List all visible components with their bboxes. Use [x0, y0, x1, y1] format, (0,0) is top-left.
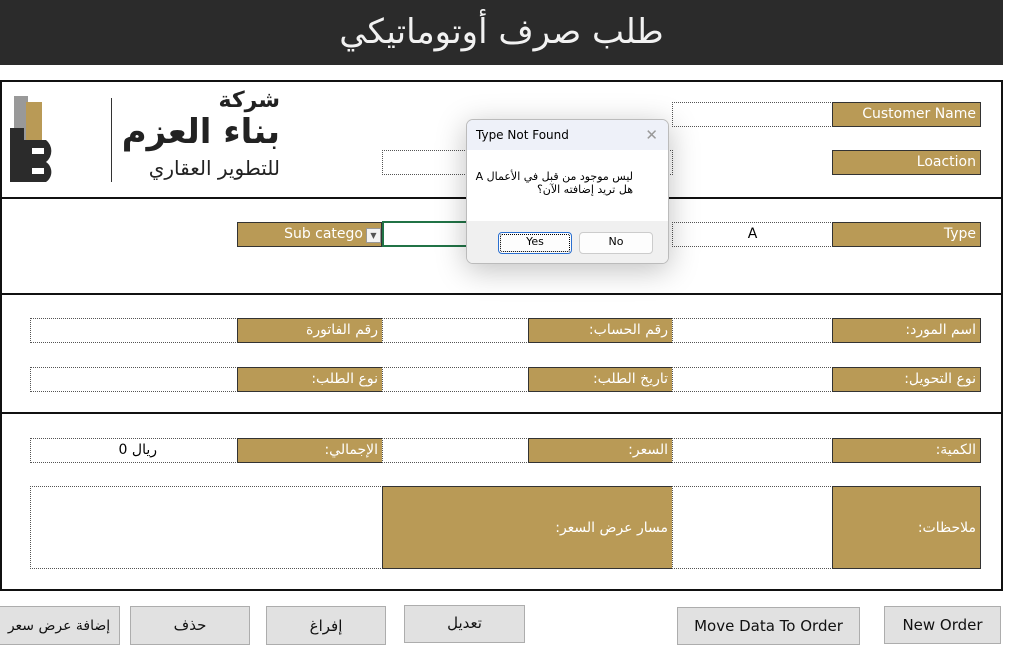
dialog-title: Type Not Found — [476, 128, 569, 142]
price-label: السعر: — [528, 438, 673, 463]
customer-name-input[interactable] — [672, 102, 833, 127]
logo-line2: بناء العزم — [121, 112, 280, 152]
price-input[interactable] — [382, 438, 529, 463]
type-label: Type — [832, 222, 981, 247]
total-value: ريال 0 — [30, 438, 238, 463]
notes-input[interactable] — [672, 486, 833, 569]
page-title: طلب صرف أوتوماتيكي — [0, 0, 1003, 65]
close-icon[interactable]: ✕ — [645, 120, 658, 150]
quote-path-input[interactable] — [30, 486, 383, 569]
invoice-number-input[interactable] — [30, 318, 238, 343]
supplier-name-input[interactable] — [672, 318, 833, 343]
subcategory-label: Sub catego — [237, 222, 382, 247]
request-date-label: تاريخ الطلب: — [528, 367, 673, 392]
invoice-number-label: رقم الفاتورة — [237, 318, 383, 343]
building-logo-icon — [10, 96, 52, 182]
request-type-label: نوع الطلب: — [237, 367, 383, 392]
transfer-type-label: نوع التحويل: — [832, 367, 981, 392]
request-type-input[interactable] — [30, 367, 238, 392]
quantity-label: الكمية: — [832, 438, 981, 463]
account-number-label: رقم الحساب: — [528, 318, 673, 343]
divider — [0, 412, 1003, 414]
no-button[interactable]: No — [579, 232, 653, 254]
dialog-titlebar: Type Not Found ✕ — [467, 120, 668, 150]
location-label: Loaction — [832, 150, 981, 175]
clear-button[interactable]: إفراغ — [266, 606, 386, 645]
supplier-name-label: اسم المورد: — [832, 318, 981, 343]
type-input[interactable]: A — [672, 222, 833, 247]
transfer-type-input[interactable] — [672, 367, 833, 392]
add-quote-button[interactable]: إضافة عرض سعر — [0, 606, 120, 645]
total-label: الإجمالي: — [237, 438, 383, 463]
divider — [0, 293, 1003, 295]
delete-button[interactable]: حذف — [130, 606, 250, 645]
logo-line1: شركة — [218, 88, 280, 113]
dialog-message-line1: ليس موجود من قبل في الأعمال A — [475, 170, 633, 183]
edit-button[interactable]: تعديل — [404, 605, 525, 643]
quote-path-label: مسار عرض السعر: — [382, 486, 673, 569]
logo-line3: للتطوير العقاري — [148, 156, 280, 180]
new-order-button[interactable]: New Order — [884, 606, 1001, 644]
customer-name-label: Customer Name — [832, 102, 981, 127]
yes-button[interactable]: Yes — [498, 232, 572, 254]
request-date-input[interactable] — [382, 367, 529, 392]
dialog-message-line2: هل تريد إضافته الآن؟ — [536, 183, 633, 196]
notes-label: ملاحظات: — [832, 486, 981, 569]
quantity-input[interactable] — [672, 438, 833, 463]
move-data-button[interactable]: Move Data To Order — [677, 607, 860, 645]
type-not-found-dialog: Type Not Found ✕ ليس موجود من قبل في الأ… — [466, 119, 669, 264]
company-logo: شركة بناء العزم للتطوير العقاري — [8, 88, 288, 188]
account-number-input[interactable] — [382, 318, 529, 343]
dropdown-arrow-icon[interactable]: ▼ — [366, 228, 381, 243]
